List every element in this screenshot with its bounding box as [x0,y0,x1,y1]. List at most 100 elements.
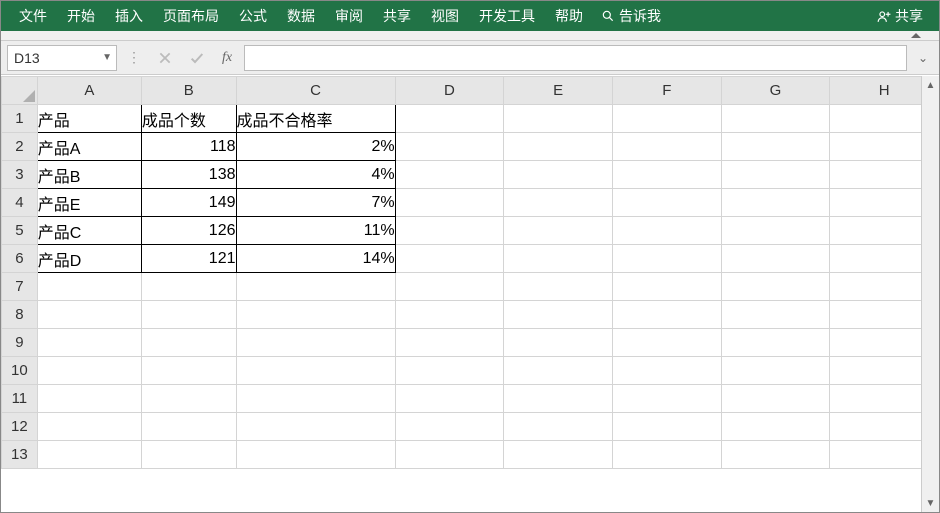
cell-E6[interactable] [504,245,613,273]
cell-D10[interactable] [395,357,504,385]
cell-G4[interactable] [721,189,830,217]
cell-D8[interactable] [395,301,504,329]
col-head-E[interactable]: E [504,77,613,105]
cell-A10[interactable] [37,357,141,385]
cell-A6[interactable]: 产品D [37,245,141,273]
cell-G5[interactable] [721,217,830,245]
cell-A1[interactable]: 产品 [37,105,141,133]
cell-G11[interactable] [721,385,830,413]
cell-C10[interactable] [236,357,395,385]
col-head-G[interactable]: G [721,77,830,105]
row-head-9[interactable]: 9 [2,329,38,357]
dropdown-icon[interactable]: ▼ [102,52,112,63]
cell-E1[interactable] [504,105,613,133]
cell-A7[interactable] [37,273,141,301]
cell-A3[interactable]: 产品B [37,161,141,189]
cell-E13[interactable] [504,441,613,469]
formula-input[interactable] [244,45,907,71]
cell-C13[interactable] [236,441,395,469]
cell-G3[interactable] [721,161,830,189]
select-all-corner[interactable] [2,77,38,105]
cell-A2[interactable]: 产品A [37,133,141,161]
tab-developer[interactable]: 开发工具 [469,0,545,32]
row-head-2[interactable]: 2 [2,133,38,161]
col-head-B[interactable]: B [141,77,236,105]
ribbon-collapse-strip[interactable] [1,31,939,41]
cell-E8[interactable] [504,301,613,329]
cell-G12[interactable] [721,413,830,441]
cell-G8[interactable] [721,301,830,329]
tab-view[interactable]: 视图 [421,0,469,32]
scroll-down-icon[interactable]: ▼ [922,494,939,512]
col-head-F[interactable]: F [612,77,721,105]
cell-D7[interactable] [395,273,504,301]
row-head-12[interactable]: 12 [2,413,38,441]
cell-C4[interactable]: 7% [236,189,395,217]
cell-G9[interactable] [721,329,830,357]
cell-F7[interactable] [612,273,721,301]
cell-B1[interactable]: 成品个数 [141,105,236,133]
row-head-4[interactable]: 4 [2,189,38,217]
row-head-3[interactable]: 3 [2,161,38,189]
cell-F12[interactable] [612,413,721,441]
cell-C3[interactable]: 4% [236,161,395,189]
cell-A5[interactable]: 产品C [37,217,141,245]
cell-C6[interactable]: 14% [236,245,395,273]
tab-page-layout[interactable]: 页面布局 [153,0,229,32]
cell-D6[interactable] [395,245,504,273]
cell-G6[interactable] [721,245,830,273]
cancel-button[interactable] [152,45,178,71]
tab-insert[interactable]: 插入 [105,0,153,32]
cell-E11[interactable] [504,385,613,413]
cell-A13[interactable] [37,441,141,469]
cell-G13[interactable] [721,441,830,469]
cell-D4[interactable] [395,189,504,217]
cell-F10[interactable] [612,357,721,385]
cell-F6[interactable] [612,245,721,273]
tab-help[interactable]: 帮助 [545,0,593,32]
cell-D3[interactable] [395,161,504,189]
cell-F8[interactable] [612,301,721,329]
cell-A9[interactable] [37,329,141,357]
cell-B3[interactable]: 138 [141,161,236,189]
tell-me[interactable]: 告诉我 [593,0,669,32]
cell-E2[interactable] [504,133,613,161]
cell-D13[interactable] [395,441,504,469]
tab-share-menu[interactable]: 共享 [373,0,421,32]
cell-C1[interactable]: 成品不合格率 [236,105,395,133]
share-button[interactable]: 共享 [869,0,931,32]
cell-D2[interactable] [395,133,504,161]
tab-formulas[interactable]: 公式 [229,0,277,32]
cell-D9[interactable] [395,329,504,357]
cell-B12[interactable] [141,413,236,441]
cell-B10[interactable] [141,357,236,385]
row-head-6[interactable]: 6 [2,245,38,273]
tab-file[interactable]: 文件 [9,0,57,32]
tab-review[interactable]: 审阅 [325,0,373,32]
cell-E7[interactable] [504,273,613,301]
cell-D5[interactable] [395,217,504,245]
col-head-A[interactable]: A [37,77,141,105]
cell-B2[interactable]: 118 [141,133,236,161]
cell-F11[interactable] [612,385,721,413]
enter-button[interactable] [184,45,210,71]
cell-C8[interactable] [236,301,395,329]
row-head-8[interactable]: 8 [2,301,38,329]
cell-G2[interactable] [721,133,830,161]
cell-A8[interactable] [37,301,141,329]
row-head-13[interactable]: 13 [2,441,38,469]
cell-B11[interactable] [141,385,236,413]
cell-A11[interactable] [37,385,141,413]
cell-C7[interactable] [236,273,395,301]
cell-B5[interactable]: 126 [141,217,236,245]
scroll-up-icon[interactable]: ▲ [922,76,939,94]
cell-E10[interactable] [504,357,613,385]
cell-C2[interactable]: 2% [236,133,395,161]
row-head-1[interactable]: 1 [2,105,38,133]
cell-F2[interactable] [612,133,721,161]
row-head-10[interactable]: 10 [2,357,38,385]
fx-label[interactable]: fx [216,50,238,66]
tab-data[interactable]: 数据 [277,0,325,32]
cell-D11[interactable] [395,385,504,413]
cell-F1[interactable] [612,105,721,133]
